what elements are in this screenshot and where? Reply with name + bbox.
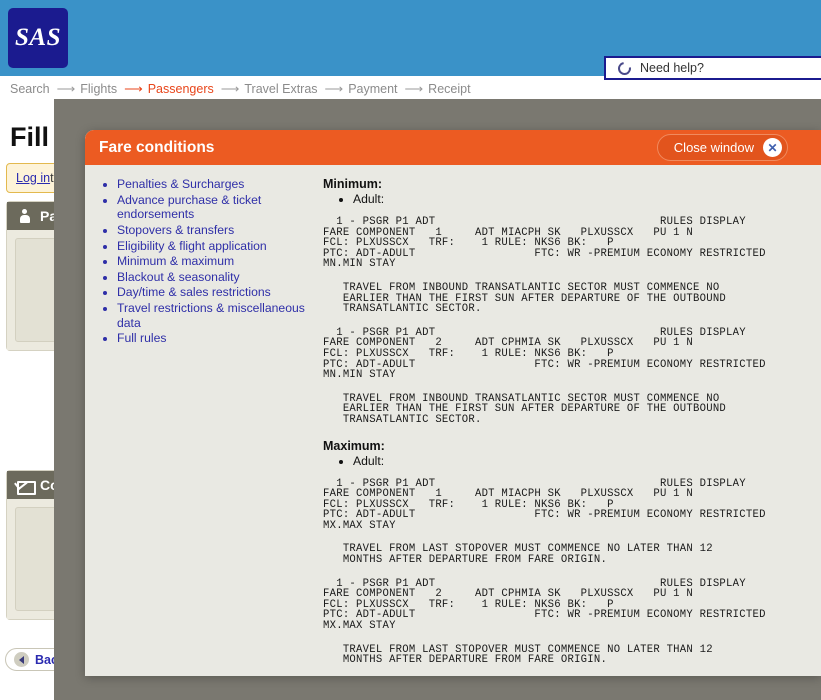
minimum-rules-block-2: 1 - PSGR P1 ADT RULES DISPLAY FARE COMPO… [323, 326, 766, 382]
close-window-button[interactable]: Close window ✕ [656, 134, 788, 161]
link-penalties-surcharges[interactable]: Penalties & Surcharges [117, 177, 244, 191]
envelope-icon [17, 478, 36, 495]
breadcrumb: Search ⟶ Flights ⟶ Passengers ⟶ Travel E… [0, 79, 821, 99]
dialog-header: Fare conditions Close window ✕ [85, 130, 821, 165]
minimum-rules-text-1: TRAVEL FROM INBOUND TRANSATLANTIC SECTOR… [342, 281, 727, 316]
breadcrumb-step-receipt[interactable]: Receipt [428, 82, 470, 96]
dialog-title: Fare conditions [99, 139, 215, 156]
link-blackout-seasonality[interactable]: Blackout & seasonality [117, 270, 240, 284]
minimum-rules-text-2: TRAVEL FROM INBOUND TRANSATLANTIC SECTOR… [342, 392, 727, 426]
breadcrumb-arrow-icon: ⟶ [220, 81, 240, 96]
list-item: Minimum & maximum [117, 254, 323, 270]
maximum-passenger-list: Adult: [323, 454, 809, 468]
dialog-body: Penalties & Surcharges Advance purchase … [85, 165, 821, 676]
login-link[interactable]: Log in [16, 171, 50, 185]
maximum-rules-text-1: TRAVEL FROM LAST STOPOVER MUST COMMENCE … [342, 543, 713, 567]
list-item: Eligibility & flight application [117, 239, 323, 255]
breadcrumb-step-travel-extras[interactable]: Travel Extras [244, 82, 317, 96]
app-root: SAS Need help? Search ⟶ Flights ⟶ Passen… [0, 0, 821, 700]
close-x-icon: ✕ [763, 138, 782, 157]
fare-conditions-link-list: Penalties & Surcharges Advance purchase … [85, 177, 323, 676]
list-item: Travel restrictions & miscellaneous data [117, 301, 323, 331]
list-item: Blackout & seasonality [117, 270, 323, 286]
list-item: Full rules [117, 331, 323, 347]
breadcrumb-arrow-icon: ⟶ [404, 81, 424, 96]
minimum-passenger-adult: Adult: [353, 192, 809, 206]
breadcrumb-step-payment[interactable]: Payment [348, 82, 397, 96]
link-minimum-maximum[interactable]: Minimum & maximum [117, 254, 234, 268]
list-item: Advance purchase & ticket endorsements [117, 193, 323, 223]
list-item: Penalties & Surcharges [117, 177, 323, 193]
maximum-rules-block-1: 1 - PSGR P1 ADT RULES DISPLAY FARE COMPO… [323, 477, 766, 532]
minimum-rules-block-1: 1 - PSGR P1 ADT RULES DISPLAY FARE COMPO… [323, 216, 766, 271]
fare-conditions-dialog: Fare conditions Close window ✕ Penalties… [85, 130, 821, 676]
maximum-heading: Maximum: [323, 438, 385, 453]
minimum-passenger-list: Adult: [323, 192, 809, 206]
breadcrumb-arrow-icon: ⟶ [124, 81, 143, 96]
breadcrumb-step-passengers[interactable]: Passengers [148, 82, 214, 96]
person-icon [17, 208, 32, 224]
left-arrow-icon [14, 652, 29, 667]
maximum-passenger-adult: Adult: [353, 454, 809, 468]
link-daytime-sales-restrictions[interactable]: Day/time & sales restrictions [117, 285, 271, 299]
need-help-button[interactable]: Need help? [604, 56, 821, 80]
breadcrumb-step-search[interactable]: Search [10, 82, 50, 96]
breadcrumb-step-flights[interactable]: Flights [80, 82, 117, 96]
link-eligibility-flight-application[interactable]: Eligibility & flight application [117, 239, 267, 253]
maximum-rules-text-2: TRAVEL FROM LAST STOPOVER MUST COMMENCE … [342, 643, 713, 667]
list-item: Day/time & sales restrictions [117, 285, 323, 301]
help-spinner-icon [615, 58, 634, 78]
fare-rules-content: Minimum: Adult: 1 - PSGR P1 ADT RULES DI… [323, 177, 821, 676]
link-advance-purchase[interactable]: Advance purchase & ticket endorsements [117, 193, 261, 222]
breadcrumb-arrow-icon: ⟶ [56, 81, 76, 96]
sas-logo[interactable]: SAS [8, 8, 68, 68]
close-window-label: Close window [673, 140, 754, 155]
maximum-rules-block-2: 1 - PSGR P1 ADT RULES DISPLAY FARE COMPO… [323, 577, 766, 633]
link-full-rules[interactable]: Full rules [117, 331, 166, 345]
link-travel-restrictions[interactable]: Travel restrictions & miscellaneous data [117, 301, 305, 330]
sas-logo-text: SAS [15, 24, 61, 51]
minimum-heading: Minimum: [323, 177, 383, 191]
need-help-label: Need help? [640, 61, 704, 75]
link-stopovers-transfers[interactable]: Stopovers & transfers [117, 223, 234, 237]
breadcrumb-arrow-icon: ⟶ [324, 81, 344, 96]
list-item: Stopovers & transfers [117, 223, 323, 239]
